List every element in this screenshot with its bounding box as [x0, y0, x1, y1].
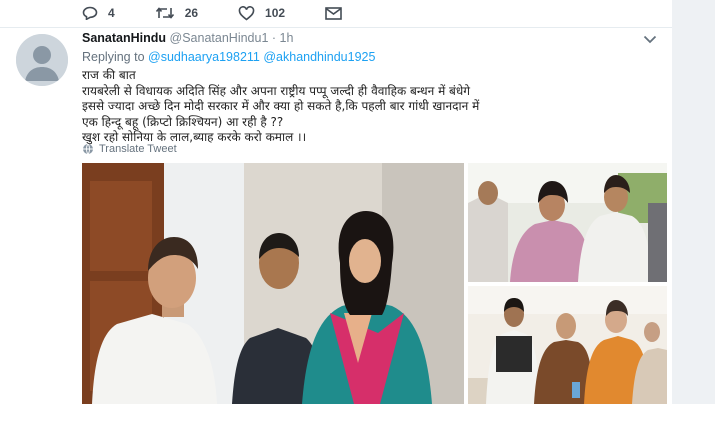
tweet-text-line: इससे ज्यादा अच्छे दिन मोदी सरकार में और …	[82, 99, 480, 113]
retweet-icon	[155, 7, 174, 19]
author-handle-time[interactable]: @SanatanHindu1 · 1h	[170, 31, 294, 45]
translate-label: Translate Tweet	[99, 143, 177, 155]
right-gutter	[672, 0, 715, 425]
replying-to: Replying to @sudhaarya198211 @akhandhind…	[82, 50, 375, 64]
chevron-down-icon[interactable]	[643, 35, 657, 44]
reply-count: 4	[108, 6, 115, 20]
tweet-text-line: राज की बात	[82, 68, 136, 82]
photo-illustration	[468, 286, 667, 404]
like-action[interactable]: 102	[238, 5, 286, 21]
dm-action[interactable]	[325, 6, 352, 20]
retweet-action[interactable]: 26	[155, 6, 198, 20]
envelope-icon	[325, 6, 342, 20]
globe-icon	[83, 143, 93, 155]
reply-action[interactable]: 4	[82, 6, 115, 20]
default-avatar-icon	[16, 34, 68, 86]
previous-tweet-actions: 4 26 102	[82, 2, 392, 24]
retweet-count: 26	[184, 6, 199, 20]
avatar[interactable]	[16, 34, 68, 86]
replying-prefix: Replying to	[82, 50, 145, 64]
reply-handles-link[interactable]: @sudhaarya198211 @akhandhindu1925	[148, 50, 375, 64]
reply-icon	[82, 6, 98, 20]
tweet-divider	[0, 27, 672, 28]
tweet-photo-main[interactable]	[82, 163, 464, 404]
tweet-text-line: रायबरेली से विधायक अदिति सिंह और अपना रा…	[82, 83, 471, 98]
tweet-header: SanatanHindu @SanatanHindu1 · 1h	[82, 31, 293, 45]
tweet-text-line: एक हिन्दू बहू (क्रिप्टो क्रिश्चियन) आ रह…	[82, 114, 284, 129]
like-count: 102	[265, 6, 286, 20]
photo-illustration	[468, 163, 667, 282]
tweet-card: 4 26 102 SanatanHindu @SanatanHindu1 · 1…	[0, 0, 672, 404]
bottom-strip	[0, 404, 715, 425]
heart-icon	[238, 5, 255, 21]
tweet-photo-top-right[interactable]	[468, 163, 667, 282]
photo-illustration	[82, 163, 464, 404]
tweet-photo-bottom-right[interactable]	[468, 286, 667, 404]
author-name[interactable]: SanatanHindu	[82, 31, 166, 45]
translate-tweet[interactable]: Translate Tweet	[82, 143, 177, 155]
tweet-text: राज की बात रायबरेली से विधायक अदिति सिंह…	[82, 68, 667, 146]
